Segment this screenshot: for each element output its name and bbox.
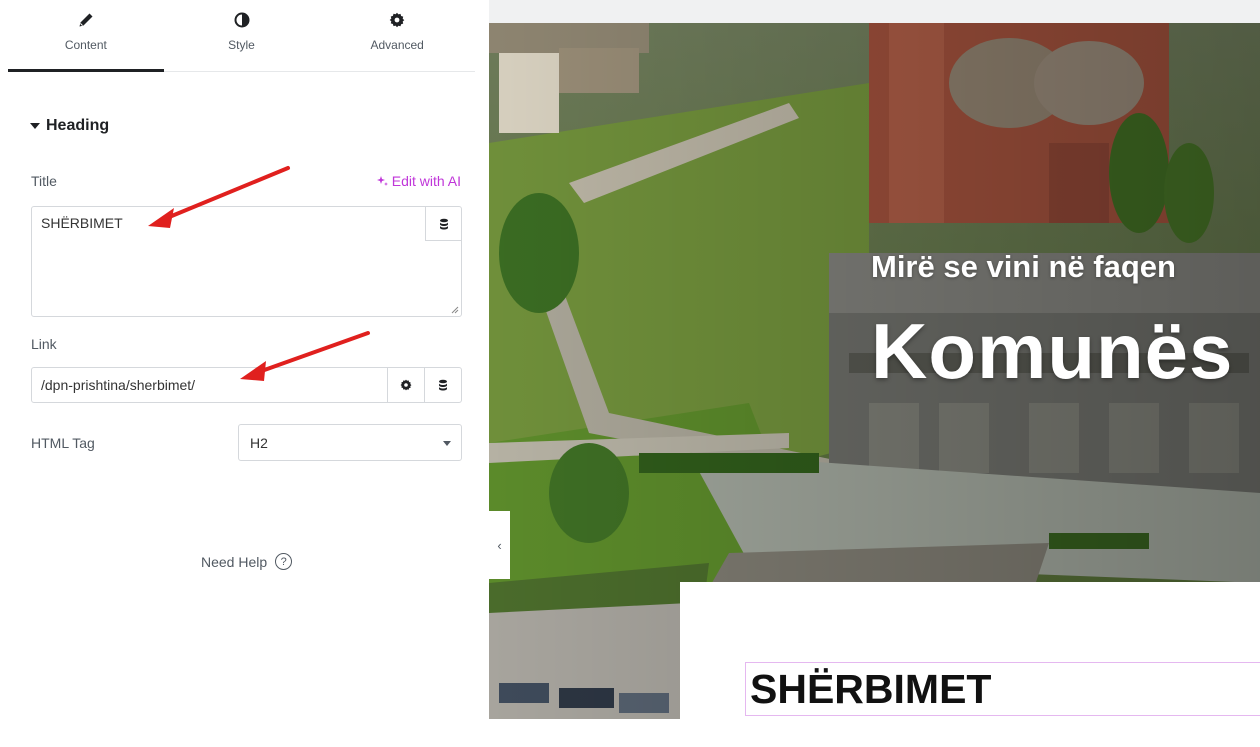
html-tag-value: H2 [250, 435, 268, 451]
help-circle-icon: ? [275, 553, 293, 570]
hero-title: Komunës [871, 307, 1234, 395]
resize-handle-icon[interactable] [450, 305, 459, 314]
chevron-down-icon [443, 441, 451, 446]
caret-down-icon [30, 123, 40, 129]
edit-with-ai-label: Edit with AI [391, 173, 461, 189]
page-preview: Mirë se vini në faqen Komunës SHËRBIMET [489, 0, 1260, 747]
tab-label: Content [64, 38, 107, 52]
link-input[interactable]: /dpn-prishtina/sherbimet/ [31, 367, 462, 403]
need-help-link[interactable]: Need Help ? [201, 553, 293, 570]
half-circle-icon [234, 12, 250, 28]
database-icon [439, 379, 447, 391]
section-toggle-heading[interactable]: Heading [30, 117, 109, 135]
html-tag-select[interactable]: H2 [238, 424, 462, 461]
preview-bottom-strip [489, 719, 680, 747]
link-value: /dpn-prishtina/sherbimet/ [41, 377, 196, 393]
editor-tabs: Content Style Advanced [8, 0, 475, 72]
link-label: Link [31, 336, 57, 352]
need-help-label: Need Help [201, 553, 268, 570]
hero-subtitle: Mirë se vini në faqen [871, 249, 1176, 284]
link-options-button[interactable] [387, 368, 424, 402]
gear-icon [400, 379, 412, 391]
panel-divider [475, 0, 489, 747]
tab-label: Advanced [370, 38, 424, 52]
tab-advanced[interactable]: Advanced [319, 0, 475, 71]
database-icon [439, 218, 448, 229]
title-textarea[interactable]: SHËRBIMET [31, 206, 462, 317]
dynamic-tags-button[interactable] [425, 207, 461, 241]
tab-label: Style [228, 38, 255, 52]
section-title: Heading [46, 117, 110, 134]
edit-with-ai-button[interactable]: Edit with AI [376, 173, 461, 189]
tab-style[interactable]: Style [164, 0, 320, 71]
collapse-panel-button[interactable]: ‹ [489, 511, 510, 579]
link-dynamic-tags-button[interactable] [424, 368, 461, 402]
editor-panel: Content Style Advanced Heading Title Edi… [0, 0, 475, 747]
html-tag-label: HTML Tag [31, 435, 95, 451]
title-label: Title [31, 173, 57, 189]
title-value: SHËRBIMET [41, 215, 123, 231]
section-heading[interactable]: SHËRBIMET [745, 662, 1260, 716]
sparkle-icon [376, 176, 388, 186]
gear-icon [389, 12, 405, 28]
chevron-left-icon: ‹ [497, 537, 502, 553]
tab-content[interactable]: Content [8, 0, 164, 72]
pencil-icon [78, 12, 94, 28]
content-section: SHËRBIMET [680, 582, 1260, 747]
